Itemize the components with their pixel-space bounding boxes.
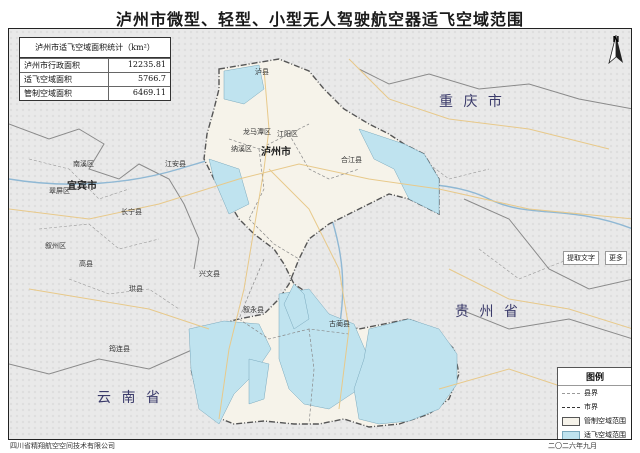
stats-row: 管制空域面积 6469.11: [20, 86, 170, 100]
place-label: 叙永县: [243, 306, 264, 314]
place-label: 长宁县: [121, 208, 142, 216]
place-label: 兴文县: [199, 270, 220, 278]
filled-box-icon: [562, 430, 580, 439]
legend-item-label: 县界: [584, 389, 598, 397]
place-label: 南溪区: [73, 160, 94, 168]
legend-item-label: 管制空域范围: [584, 417, 626, 425]
region-label-yunnan: 云 南 省: [97, 390, 163, 406]
legend-item: 县界: [558, 386, 631, 400]
stats-row-label: 管制空域面积: [20, 87, 109, 100]
legend-item-label: 适飞空域范围: [584, 431, 626, 439]
extract-text-button[interactable]: 提取文字: [563, 251, 599, 265]
legend-title: 图例: [558, 368, 631, 386]
legend-item: 市界: [558, 400, 631, 414]
place-label: 江安县: [165, 160, 186, 168]
legend-item: 管制空域范围: [558, 414, 631, 428]
north-arrow-icon: N: [607, 34, 625, 67]
legend-item: 适飞空域范围: [558, 428, 631, 439]
place-label: 筠连县: [109, 345, 130, 353]
stats-row: 泸州市行政面积 12235.81: [20, 58, 170, 72]
footer-date: 二〇二六年九月: [548, 442, 597, 450]
place-label: 泸县: [255, 68, 269, 76]
place-label: 高县: [79, 260, 93, 268]
map-title: 泸州市微型、轻型、小型无人驾驶航空器适飞空域范围: [115, 10, 524, 29]
region-label-chongqing: 重 庆 市: [439, 94, 505, 110]
stats-row-label: 泸州市行政面积: [20, 59, 109, 72]
stats-row-value: 6469.11: [132, 88, 166, 97]
place-label: 叙州区: [45, 242, 66, 250]
stats-row-value: 5766.7: [138, 74, 166, 83]
place-label: 翠屏区: [49, 187, 70, 195]
place-label: 合江县: [341, 156, 362, 164]
stats-row: 适飞空域面积 5766.7: [20, 72, 170, 86]
stats-row-label: 适飞空域面积: [20, 73, 109, 86]
stats-table: 泸州市适飞空域面积统计（km²） 泸州市行政面积 12235.81 适飞空域面积…: [19, 37, 171, 101]
region-label-yibin: 宜宾市: [67, 181, 97, 192]
place-label: 古蔺县: [329, 320, 350, 328]
map-frame[interactable]: 泸州市适飞空域面积统计（km²） 泸州市行政面积 12235.81 适飞空域面积…: [8, 28, 632, 440]
filled-box-icon: [562, 416, 580, 426]
dashed-line-icon: [562, 393, 580, 394]
region-label-luzhou: 泸州市: [261, 147, 291, 158]
region-label-guizhou: 贵 州 省: [455, 304, 521, 320]
legend-item-label: 市界: [584, 403, 598, 411]
place-label: 纳溪区: [231, 145, 252, 153]
dash-dot-line-icon: [562, 407, 580, 408]
place-label: 龙马潭区: [243, 128, 271, 136]
footer-company: 四川省精翔航空空间技术有限公司: [10, 442, 115, 450]
place-label: 江阳区: [277, 130, 298, 138]
more-button[interactable]: 更多: [605, 251, 627, 265]
legend: 图例 县界 市界 管制空域范围 适飞空域范围: [557, 367, 631, 439]
stats-header: 泸州市适飞空域面积统计（km²）: [20, 38, 170, 58]
north-label: N: [612, 35, 620, 44]
stats-row-value: 12235.81: [127, 60, 166, 69]
place-label: 珙县: [129, 285, 143, 293]
